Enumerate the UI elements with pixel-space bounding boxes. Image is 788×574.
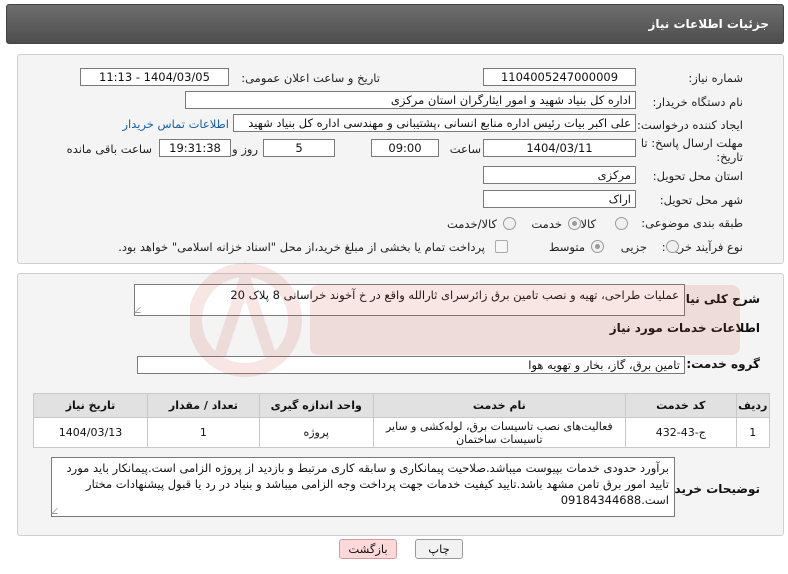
need-number-label: شماره نیاز: xyxy=(688,71,743,85)
col-header-unit: واحد اندازه گیری xyxy=(258,393,374,418)
general-desc-textarea[interactable]: عملیات طراحی، تهیه و نصب تامین برق زائرس… xyxy=(134,284,685,316)
process-medium-radio[interactable] xyxy=(591,240,604,253)
resize-grip-icon[interactable] xyxy=(135,307,146,313)
category-goods-service-label: کالا/خدمت xyxy=(446,217,497,231)
col-header-row-num: ردیف xyxy=(735,393,771,418)
print-button[interactable]: چاپ xyxy=(415,539,463,559)
deadline-label-line1: مهلت ارسال پاسخ: تا xyxy=(640,136,743,150)
deadline-date-field[interactable]: 1404/03/11 xyxy=(483,139,636,157)
buyer-notes-text: برآورد حدودی خدمات بپیوست میباشد.صلاحیت … xyxy=(66,461,669,507)
process-medium-label: متوسط xyxy=(548,240,585,254)
province-label: استان محل تحویل: xyxy=(652,169,743,183)
buyer-org-label: نام دستگاه خریدار: xyxy=(652,95,743,109)
table-header-row: ردیف کد خدمت نام خدمت واحد اندازه گیری ت… xyxy=(32,393,771,418)
deadline-time-label: ساعت xyxy=(449,142,481,156)
cell-name: فعالیت‌های نصب تاسیسات برق، لوله‌کشی و س… xyxy=(372,417,626,448)
category-goods-service-radio[interactable] xyxy=(503,217,516,230)
deadline-time-field[interactable]: 09:00 xyxy=(371,139,439,157)
buyer-org-field[interactable]: اداره کل بنیاد شهید و امور ایثارگران است… xyxy=(185,91,636,109)
page-header: جزئیات اطلاعات نیاز xyxy=(6,4,784,44)
need-number-field[interactable]: 1104005247000009 xyxy=(483,68,636,86)
creator-label: ایجاد کننده درخواست: xyxy=(637,118,743,132)
col-header-date: تاریخ نیاز xyxy=(32,393,149,418)
category-label: طبقه بندی موضوعی: xyxy=(641,216,743,230)
remaining-time-field[interactable]: 19:31:38 xyxy=(159,139,231,157)
cell-code: ج-43-432 xyxy=(624,417,737,448)
buyer-notes-textarea[interactable]: برآورد حدودی خدمات بپیوست میباشد.صلاحیت … xyxy=(51,457,675,517)
process-minor-label: جزیی xyxy=(620,240,647,254)
cell-qty: 1 xyxy=(147,417,260,448)
announce-datetime-label: تاریخ و ساعت اعلان عمومی: xyxy=(241,71,380,85)
general-desc-text: عملیات طراحی، تهیه و نصب تامین برق زائرس… xyxy=(230,288,679,302)
category-service-label: خدمت xyxy=(531,217,562,231)
cell-unit: پروژه xyxy=(258,417,374,448)
services-section-title: اطلاعات خدمات مورد نیاز xyxy=(609,321,760,335)
creator-field[interactable]: علی اکبر بیات رئیس اداره منابع انسانی ،پ… xyxy=(233,114,636,132)
resize-grip-icon[interactable] xyxy=(52,508,63,514)
cell-date: 1404/03/13 xyxy=(32,417,149,448)
col-header-name: نام خدمت xyxy=(372,393,626,418)
cell-row-num: 1 xyxy=(735,417,771,448)
service-group-field[interactable]: تامین برق، گاز، بخار و تهویه هوا xyxy=(137,356,685,374)
treasury-payment-checkbox[interactable] xyxy=(495,240,508,253)
col-header-qty: تعداد / مقدار xyxy=(147,393,260,418)
remaining-label: ساعت باقی مانده xyxy=(66,142,152,156)
treasury-payment-note: پرداخت تمام یا بخشی از مبلغ خرید،از محل … xyxy=(118,240,485,254)
announce-datetime-field[interactable]: 1404/03/05 - 11:13 xyxy=(80,68,229,86)
back-button[interactable]: بازگشت xyxy=(339,539,397,559)
category-goods-label: کالا xyxy=(580,217,596,231)
city-field[interactable]: اراک xyxy=(483,190,636,208)
general-desc-label: شرح کلی نیاز: xyxy=(674,292,760,306)
city-label: شهر محل تحویل: xyxy=(659,193,743,207)
deadline-label-line2: تاریخ: xyxy=(716,150,743,164)
days-remaining-field[interactable]: 5 xyxy=(263,139,335,157)
province-field[interactable]: مرکزی xyxy=(483,166,636,184)
table-row: 1 ج-43-432 فعالیت‌های نصب تاسیسات برق، ل… xyxy=(32,417,771,448)
days-label: روز و xyxy=(232,142,258,156)
col-header-code: کد خدمت xyxy=(624,393,737,418)
process-minor-radio[interactable] xyxy=(666,240,679,253)
category-service-radio[interactable] xyxy=(568,217,581,230)
page-title: جزئیات اطلاعات نیاز xyxy=(648,17,769,31)
services-table: ردیف کد خدمت نام خدمت واحد اندازه گیری ت… xyxy=(32,393,771,448)
service-group-label: گروه خدمت: xyxy=(686,357,760,371)
category-goods-radio[interactable] xyxy=(615,217,628,230)
buyer-contact-link[interactable]: اطلاعات تماس خریدار xyxy=(122,117,229,131)
